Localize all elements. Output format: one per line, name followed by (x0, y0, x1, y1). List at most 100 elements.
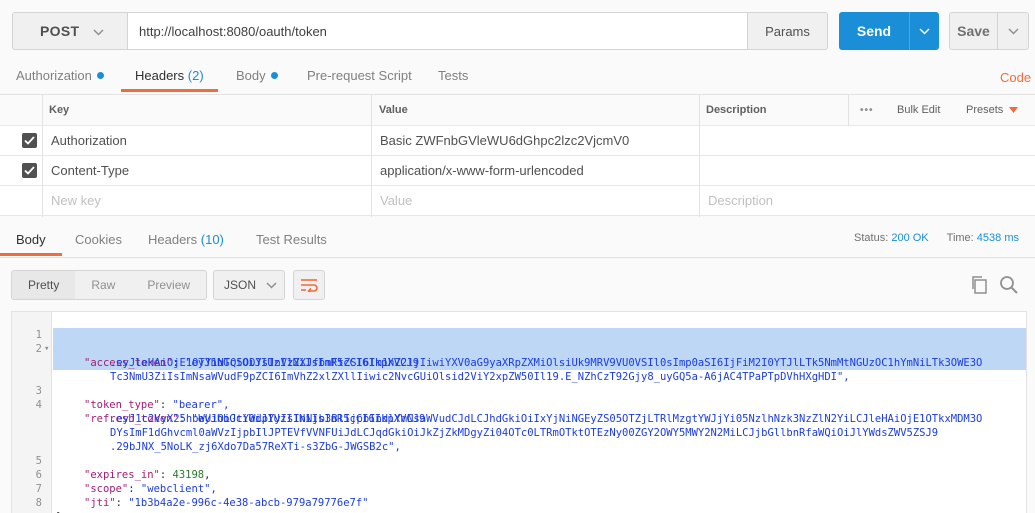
code-line-wrapped: DYsImF1dGhvcml0aWVzIjpbIlJPTEVfVVNFUiJdL… (12, 412, 1026, 439)
header-value-cell[interactable]: Basic ZWFnbGVleWU6dGhpc2lzc2VjcmV0 (380, 126, 629, 155)
line-number: 8 (35, 497, 42, 509)
view-mode-group: Pretty Raw Preview (11, 270, 208, 300)
search-icon[interactable] (999, 275, 1019, 298)
dot-indicator-icon (96, 72, 104, 79)
params-button[interactable]: Params (747, 12, 828, 50)
format-label: JSON (224, 278, 257, 292)
code-text: "jti": "1b3b4a2e-996c-4e38-abcb-979a7977… (84, 497, 369, 509)
tab-label: Test Results (256, 232, 327, 247)
presets-dropdown[interactable]: Presets (966, 95, 1019, 125)
tab-label: Headers (135, 68, 185, 83)
code-link[interactable]: Code (1000, 70, 1031, 85)
code-line: 4 "refresh_token": "eyJhbGciOiJIUzI1NiIs… (12, 384, 1026, 425)
tab-body[interactable]: Body (236, 62, 278, 92)
more-icon[interactable]: ••• (860, 95, 874, 125)
checkbox-checked-icon (22, 163, 37, 178)
code-line: 8 } (12, 482, 1026, 513)
chevron-down-icon (1007, 27, 1019, 35)
column-divider (42, 95, 43, 217)
column-divider (848, 95, 849, 126)
column-key: Key (49, 104, 70, 116)
json-key: "jti" (84, 497, 116, 509)
header-key-cell[interactable]: Content-Type (51, 156, 129, 185)
headers-table: Key Value Description ••• Bulk Edit Pres… (0, 94, 1035, 217)
new-value-input[interactable]: Value (380, 186, 412, 215)
pretty-button[interactable]: Pretty (12, 271, 76, 299)
tab-headers[interactable]: Headers (2) (121, 62, 218, 92)
chevron-down-icon (266, 281, 277, 289)
caret-down-icon (1009, 107, 1019, 113)
preview-button[interactable]: Preview (131, 271, 206, 299)
status-label: Status: (854, 232, 889, 244)
tab-label: Body (16, 232, 46, 247)
tab-label: Body (236, 68, 266, 83)
request-tabs: Authorization Headers (2) Body Pre-reque… (0, 62, 1035, 94)
tab-label: Cookies (75, 232, 122, 247)
chevron-down-icon (93, 23, 104, 39)
method-select[interactable]: POST (12, 12, 127, 50)
raw-button[interactable]: Raw (75, 271, 131, 299)
code-line-wrapped: .eyJ1c2VyX25hbWUiOiJtYWdpYyIsInNjb3BlIjp… (12, 398, 1026, 425)
chevron-down-icon (919, 27, 930, 35)
code-line-wrapped: Tc3NmU3ZiIsImNsaWVudF9pZCI6ImVhZ2xlZXllI… (12, 356, 1026, 383)
json-string: "1b3b4a2e-996c-4e38-abcb-979a79776e7f" (128, 497, 369, 509)
url-input[interactable]: http://localhost:8080/oauth/token (127, 12, 748, 50)
tab-tests[interactable]: Tests (438, 62, 468, 92)
response-status: Status: 200 OK Time: 4538 ms (854, 232, 1019, 244)
send-button[interactable]: Send (839, 12, 909, 50)
column-divider (699, 95, 700, 217)
new-key-input[interactable]: New key (51, 186, 101, 215)
row-enabled-checkbox[interactable] (22, 126, 37, 155)
header-key-cell[interactable]: Authorization (51, 126, 127, 155)
status-indicator: Status: 200 OK (854, 232, 929, 244)
time-label: Time: (946, 232, 974, 244)
tab-response-headers[interactable]: Headers (10) (148, 226, 224, 256)
time-indicator: Time: 4538 ms (947, 232, 1019, 244)
tab-label: Headers (148, 232, 198, 247)
time-value[interactable]: 4538 ms (977, 232, 1019, 244)
table-row-new: New key Value Description (0, 186, 1035, 216)
column-value: Value (379, 104, 408, 116)
save-button[interactable]: Save (949, 12, 997, 50)
code-line: 7 "jti": "1b3b4a2e-996c-4e38-abcb-979a79… (12, 468, 1026, 509)
column-description: Description (706, 104, 767, 116)
dot-indicator-icon (270, 72, 278, 79)
save-options-button[interactable] (997, 12, 1029, 50)
tab-cookies[interactable]: Cookies (75, 226, 122, 256)
tab-label: Authorization (16, 68, 92, 83)
bulk-edit-link[interactable]: Bulk Edit (897, 95, 940, 125)
presets-label: Presets (966, 104, 1004, 116)
headers-count: (2) (187, 68, 204, 83)
table-row: Authorization Basic ZWFnbGVleWU6dGhpc2lz… (0, 126, 1035, 156)
checkbox-checked-icon (22, 133, 37, 148)
code-line: 6 "scope": "webclient", (12, 454, 1026, 495)
column-divider (371, 95, 372, 217)
row-enabled-checkbox[interactable] (22, 156, 37, 185)
tab-authorization[interactable]: Authorization (16, 62, 104, 92)
save-label: Save (957, 23, 990, 39)
code-line: 3 "token_type": "bearer", (12, 370, 1026, 411)
send-options-button[interactable] (909, 12, 939, 50)
copy-icon[interactable] (970, 275, 988, 298)
code-line: 5 "expires_in": 43198, (12, 440, 1026, 481)
table-header-row: Key Value Description ••• Bulk Edit Pres… (0, 95, 1035, 126)
headers-count: (10) (200, 232, 224, 247)
url-text: http://localhost:8080/oauth/token (139, 23, 327, 39)
new-description-input[interactable]: Description (708, 186, 773, 215)
tab-pre-request-script[interactable]: Pre-request Script (307, 62, 412, 92)
table-row: Content-Type application/x-www-form-urle… (0, 156, 1035, 186)
tab-label: Pre-request Script (307, 68, 412, 83)
wrap-lines-button[interactable] (293, 270, 325, 300)
send-label: Send (856, 23, 892, 39)
tab-label: Tests (438, 68, 469, 83)
tab-test-results[interactable]: Test Results (256, 226, 327, 256)
code-line: 1 ▾ { (12, 314, 1026, 369)
method-label: POST (40, 23, 80, 39)
tab-response-body[interactable]: Body (0, 226, 62, 256)
status-value[interactable]: 200 OK (891, 232, 928, 244)
header-value-cell[interactable]: application/x-www-form-urlencoded (380, 156, 584, 185)
format-select[interactable]: JSON (213, 270, 285, 300)
response-body-viewer[interactable]: 1 ▾ { 2 "access_token": "eyJhbGciOiJIUzI… (11, 311, 1027, 513)
